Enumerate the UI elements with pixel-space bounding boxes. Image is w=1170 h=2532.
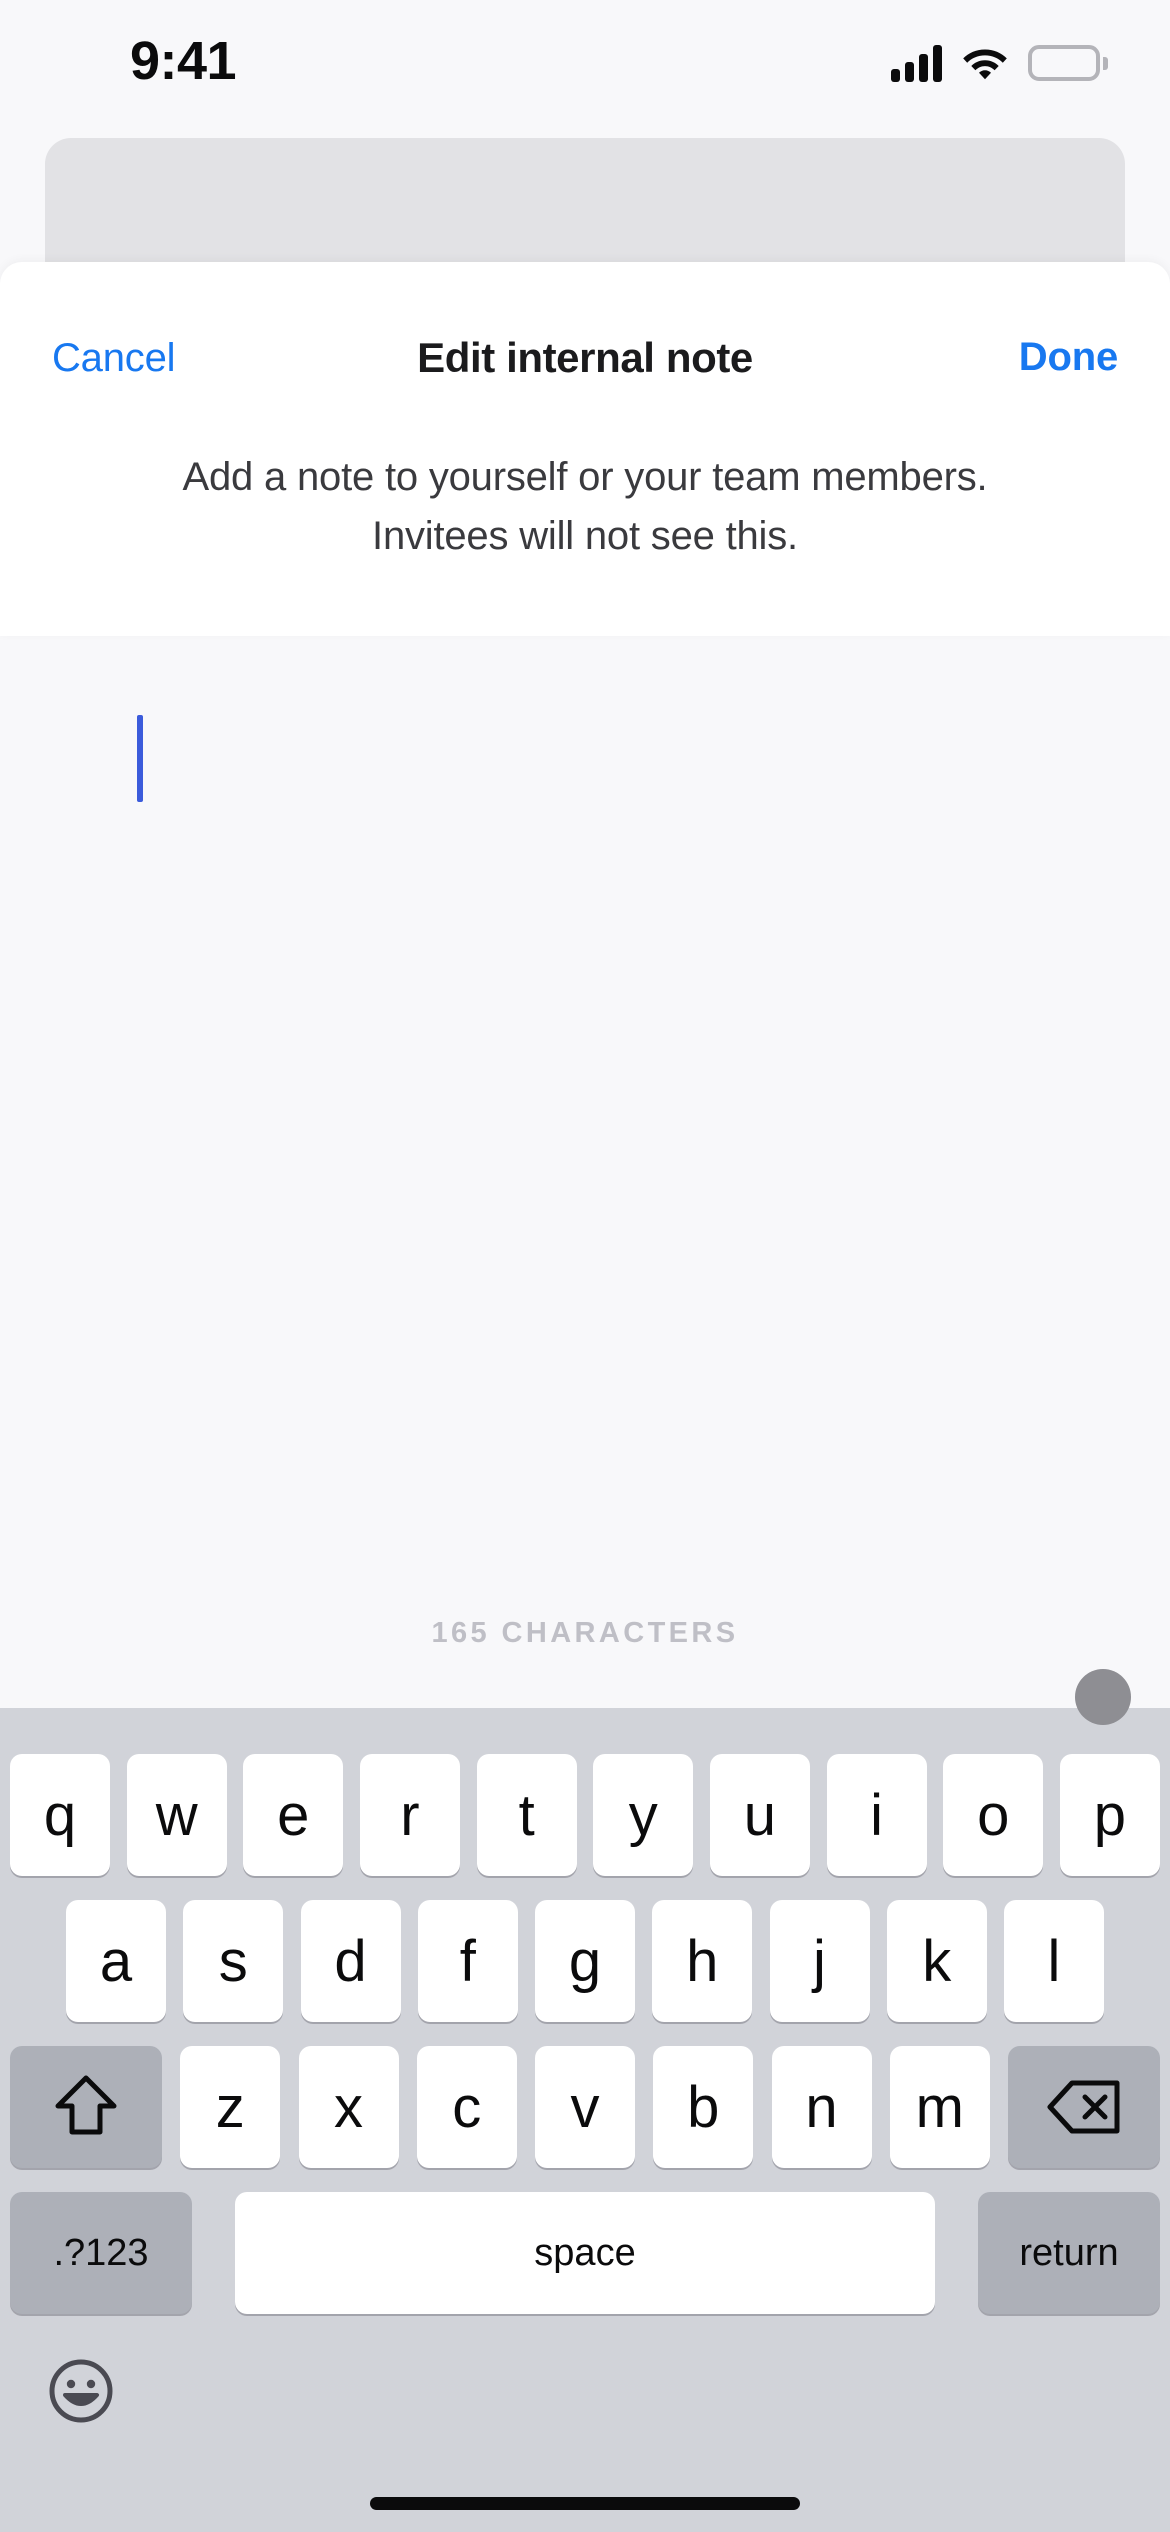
key-v[interactable]: v — [535, 2046, 635, 2168]
key-u[interactable]: u — [709, 1754, 810, 1876]
phone-screen: 9:41 Cancel Edit internal note Done Add … — [0, 0, 1170, 2532]
key-r[interactable]: r — [359, 1754, 460, 1876]
key-w[interactable]: w — [126, 1754, 227, 1876]
shift-key[interactable] — [10, 2046, 162, 2168]
key-k[interactable]: k — [886, 1900, 987, 2022]
return-key[interactable]: return — [978, 2192, 1160, 2314]
key-b[interactable]: b — [653, 2046, 754, 2168]
sheet-navigation-bar: Cancel Edit internal note Done — [0, 262, 1170, 430]
status-bar: 9:41 — [0, 0, 1170, 138]
key-n[interactable]: n — [771, 2046, 872, 2168]
shift-arrow-icon — [55, 2075, 117, 2135]
key-z[interactable]: z — [180, 2046, 281, 2168]
key-o[interactable]: o — [943, 1754, 1044, 1876]
keyboard-bottom-bar — [0, 2338, 1170, 2532]
status-bar-icons — [891, 44, 1108, 82]
keyboard-row-2: a s d f g h j k l — [0, 1900, 1170, 2022]
edit-note-sheet: Cancel Edit internal note Done Add a not… — [0, 262, 1170, 636]
key-s[interactable]: s — [183, 1900, 284, 2022]
numeric-mode-key[interactable]: .?123 — [10, 2192, 192, 2314]
note-editor-area: 165 CHARACTERS — [0, 636, 1170, 1708]
keyboard-row-3: z x c v b n m — [0, 2046, 1170, 2168]
key-e[interactable]: e — [243, 1754, 344, 1876]
space-key[interactable]: space — [235, 2192, 935, 2314]
key-x[interactable]: x — [298, 2046, 399, 2168]
battery-full-icon — [1028, 45, 1108, 81]
key-i[interactable]: i — [826, 1754, 927, 1876]
done-button[interactable]: Done — [1019, 335, 1118, 380]
key-a[interactable]: a — [66, 1900, 166, 2022]
key-y[interactable]: y — [593, 1754, 694, 1876]
key-l[interactable]: l — [1004, 1900, 1104, 2022]
key-g[interactable]: g — [535, 1900, 635, 2022]
text-caret — [137, 715, 143, 802]
key-f[interactable]: f — [417, 1900, 518, 2022]
page-title: Edit internal note — [417, 334, 753, 381]
background-card — [45, 138, 1125, 268]
key-m[interactable]: m — [889, 2046, 990, 2168]
backspace-icon — [1047, 2080, 1120, 2134]
key-c[interactable]: c — [416, 2046, 517, 2168]
keyboard-drag-handle[interactable] — [1075, 1669, 1131, 1725]
on-screen-keyboard: q w e r t y u i o p a s d f g h j k l z … — [0, 1669, 1170, 2532]
keyboard-row-4: .?123 space return — [0, 2192, 1170, 2314]
note-input[interactable] — [84, 684, 1084, 1584]
key-t[interactable]: t — [476, 1754, 577, 1876]
key-h[interactable]: h — [652, 1900, 753, 2022]
backspace-key[interactable] — [1008, 2046, 1160, 2168]
status-bar-time: 9:41 — [129, 31, 237, 91]
emoji-key[interactable] — [48, 2358, 114, 2424]
smiley-face-icon — [49, 2359, 113, 2423]
cellular-signal-icon — [891, 44, 942, 82]
home-indicator — [370, 2497, 800, 2510]
key-d[interactable]: d — [300, 1900, 401, 2022]
key-j[interactable]: j — [769, 1900, 870, 2022]
keyboard-row-1: q w e r t y u i o p — [0, 1754, 1170, 1876]
sheet-description-text: Add a note to yourself or your team memb… — [182, 455, 988, 558]
key-p[interactable]: p — [1059, 1754, 1160, 1876]
character-counter: 165 CHARACTERS — [431, 1617, 739, 1649]
key-q[interactable]: q — [10, 1754, 110, 1876]
wifi-icon — [963, 49, 1007, 80]
